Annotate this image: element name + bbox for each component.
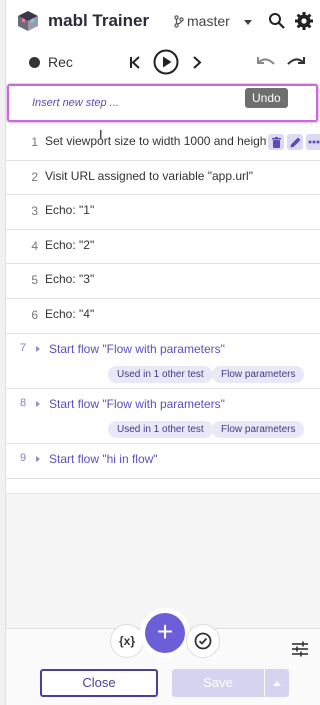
save-options-button[interactable] [265,669,289,697]
branch-selector[interactable]: master [174,13,230,29]
trash-icon [271,136,281,148]
branch-icon [174,14,184,28]
step-number: 7 [20,341,27,354]
chevron-down-icon[interactable] [244,20,252,25]
flow-parameters-tag[interactable]: Flow parameters [212,420,305,438]
step-row[interactable]: 3 Echo: "1" [6,195,320,230]
step-list: 1 Set viewport size to width 1000 and he… [6,126,320,479]
step-row[interactable]: 1 Set viewport size to width 1000 and he… [6,126,320,161]
header: mabl Trainer master [6,0,320,44]
step-number: 9 [20,451,27,464]
record-label[interactable]: Rec [48,54,73,70]
more-options-button[interactable] [306,134,320,150]
step-text: Echo: "4" [45,306,95,321]
flow-step-row[interactable]: 9 Start flow "hi in flow" [6,444,320,479]
step-text: Set viewport size to width 1000 and heig… [45,134,267,148]
search-icon[interactable] [268,12,286,30]
flow-step-row[interactable]: 8 Start flow "Flow with parameters" Used… [6,389,320,444]
step-list-empty-area [6,493,320,628]
gear-icon[interactable] [294,11,314,31]
step-number: 1 [31,135,38,149]
flow-step-row[interactable]: 7 Start flow "Flow with parameters" Used… [6,334,320,389]
mabl-logo-icon [18,11,38,31]
flow-parameters-tag[interactable]: Flow parameters [212,365,305,383]
step-number: 8 [20,396,27,409]
step-number: 3 [31,204,38,219]
edit-step-button[interactable] [287,134,303,150]
flow-step-text: Start flow "Flow with parameters" [49,341,225,356]
branch-name: master [187,13,230,29]
check-circle-icon [194,632,212,650]
variables-button[interactable]: {x} [110,624,144,658]
flow-step-text: Start flow "Flow with parameters" [49,396,225,411]
step-text: Echo: "3" [45,272,95,287]
ellipsis-icon [308,140,320,144]
step-number: 4 [31,238,38,253]
redo-icon[interactable] [286,56,306,68]
save-button[interactable]: Save [172,669,264,697]
close-button[interactable]: Close [40,669,158,697]
step-text: Echo: "1" [45,203,95,218]
delete-step-button[interactable] [268,134,284,150]
used-in-tests-tag[interactable]: Used in 1 other test [108,365,213,383]
undo-tooltip: Undo [245,88,288,108]
step-number: 2 [31,169,38,184]
record-dot-icon[interactable] [29,57,40,68]
add-step-button[interactable]: + [145,613,185,653]
add-assertion-button[interactable] [186,624,220,658]
expand-caret-icon[interactable] [36,400,40,407]
step-row[interactable]: 6 Echo: "4" [6,299,320,334]
step-row[interactable]: 2 Visit URL assigned to variable "app.ur… [6,161,320,196]
skip-to-start-icon[interactable] [129,56,141,69]
expand-caret-icon[interactable] [36,455,40,462]
undo-icon[interactable] [256,56,276,68]
text-cursor-icon: I [99,127,103,142]
step-text: Visit URL assigned to variable "app.url" [45,168,253,183]
step-forward-icon[interactable] [192,56,202,69]
play-icon[interactable] [153,49,179,75]
step-number: 6 [31,307,38,322]
step-row[interactable]: 5 Echo: "3" [6,264,320,299]
app-title: mabl Trainer [48,11,150,30]
trainer-window: mabl Trainer master Rec Insert new step … [0,0,320,705]
flow-step-text: Start flow "hi in flow" [49,451,158,466]
expand-caret-icon[interactable] [36,345,40,352]
used-in-tests-tag[interactable]: Used in 1 other test [108,420,213,438]
step-text: Echo: "2" [45,237,95,252]
sliders-icon[interactable] [291,640,309,658]
recording-bar: Rec [6,44,320,82]
step-actions [268,134,320,152]
insert-step-placeholder: Insert new step ... [32,97,119,109]
step-row[interactable]: 4 Echo: "2" [6,230,320,265]
pencil-icon [290,137,300,147]
step-number: 5 [31,273,38,288]
